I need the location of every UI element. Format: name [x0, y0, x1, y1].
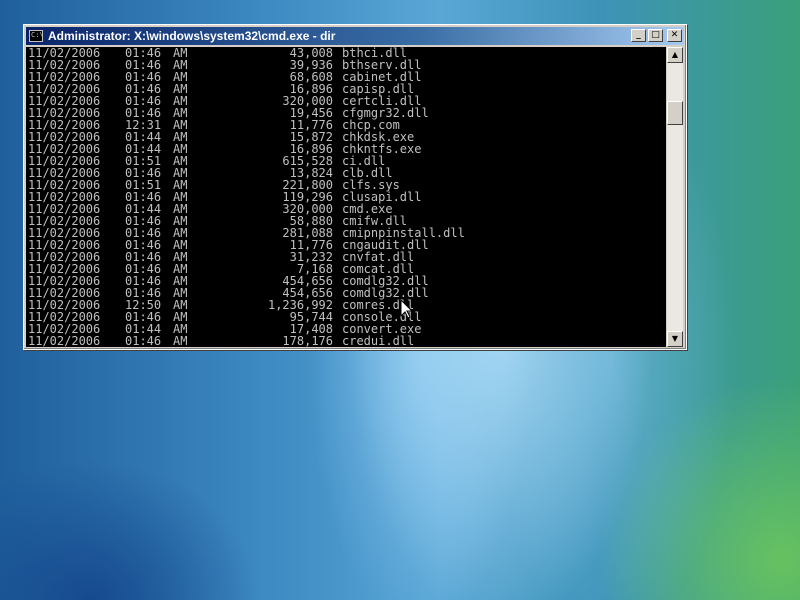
minimize-button[interactable]: _	[631, 29, 646, 42]
cmd-icon: C:\	[29, 30, 43, 42]
vertical-scrollbar[interactable]: ▲ ▼	[667, 47, 683, 347]
scroll-thumb[interactable]	[667, 101, 683, 125]
file-size: 178,176	[282, 334, 333, 347]
scroll-down-button[interactable]: ▼	[667, 331, 683, 347]
title-bar[interactable]: C:\ Administrator: X:\windows\system32\c…	[26, 27, 684, 45]
file-time: 01:46	[125, 334, 162, 347]
file-date: 11/02/2006	[28, 334, 101, 347]
maximize-button[interactable]: □	[648, 29, 663, 42]
window-controls: _ □ ✕	[631, 29, 682, 42]
window-title: Administrator: X:\windows\system32\cmd.e…	[48, 29, 336, 43]
cmd-window[interactable]: C:\ Administrator: X:\windows\system32\c…	[23, 24, 687, 350]
desktop-wallpaper: C:\ Administrator: X:\windows\system32\c…	[0, 0, 800, 600]
scroll-up-button[interactable]: ▲	[667, 47, 683, 63]
close-button[interactable]: ✕	[667, 29, 682, 42]
mouse-pointer-icon	[401, 300, 413, 319]
console-output[interactable]: 11/02/2006 01:46 AM 43,008 bthci.dll 11/02/20…	[26, 47, 666, 347]
file-ampm: AM	[173, 334, 188, 347]
file-name: credui.dll	[342, 334, 415, 347]
